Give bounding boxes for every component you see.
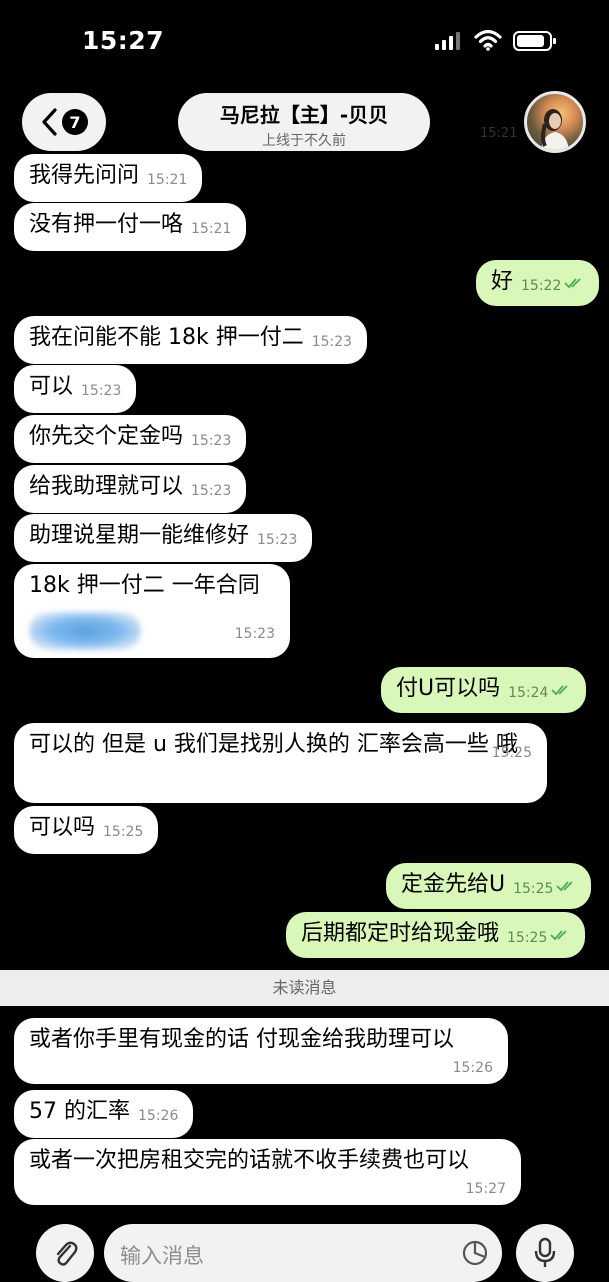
message-bubble-incoming[interactable]: 我得先问问 15:21: [14, 154, 203, 202]
avatar[interactable]: [524, 91, 586, 153]
chevron-left-icon: [42, 108, 57, 136]
unread-messages-divider: 未读消息: [0, 970, 609, 1006]
message-time: 15:23: [191, 433, 232, 449]
message-time: 15:25: [103, 824, 144, 840]
message-text: 我在问能不能 18k 押一付二: [29, 325, 304, 350]
contact-last-seen: 上线于不久前: [262, 133, 346, 149]
message-time: 15:21: [147, 172, 188, 188]
message-input[interactable]: 输入消息: [104, 1224, 502, 1282]
message-bubble-outgoing[interactable]: 后期都定时给现金哦 15:25: [286, 912, 586, 958]
message-bubble-incoming[interactable]: 或者一次把房租交完的话就不收手续费也可以 15:27: [14, 1139, 521, 1205]
message-text: 我得先问问: [29, 163, 140, 188]
message-bubble-incoming[interactable]: 可以 15:23: [14, 365, 137, 413]
double-check-icon: [556, 881, 574, 892]
message-bubble-incoming[interactable]: 没有押一付一咯 15:21: [14, 203, 247, 251]
message-text: 可以的 但是 u 我们是找别人换的 汇率会高一些 哦: [29, 732, 518, 757]
message-time: 15:26: [138, 1108, 179, 1124]
status-bar: 15:27: [0, 0, 609, 80]
message-bubble-incoming[interactable]: 57 的汇率 15:26: [14, 1090, 194, 1138]
message-bubble-incoming[interactable]: 给我助理就可以 15:23: [14, 465, 247, 513]
unread-count-badge: 7: [62, 109, 88, 135]
message-bubble-incoming[interactable]: 助理说星期一能维修好 15:23: [14, 514, 313, 562]
message-bubble-outgoing[interactable]: 好 15:22: [476, 260, 600, 306]
message-time: 15:23: [191, 483, 232, 499]
message-text: 可以吗: [29, 815, 96, 840]
message-text: 付U可以吗: [396, 676, 501, 701]
signal-icon: [435, 32, 460, 50]
message-text: 你先交个定金吗: [29, 424, 184, 449]
header-ghost-time: 15:21: [480, 126, 518, 141]
double-check-icon: [564, 278, 582, 289]
message-time: 15:23: [311, 334, 353, 350]
avatar-photo: [541, 109, 569, 150]
microphone-button[interactable]: [516, 1224, 574, 1282]
back-button[interactable]: 7: [22, 93, 106, 151]
message-time: 15:25: [513, 881, 554, 897]
message-bubble-outgoing[interactable]: 付U可以吗 15:24: [381, 667, 587, 713]
message-text: 或者一次把房租交完的话就不收手续费也可以: [29, 1148, 470, 1173]
message-time: 15:25: [507, 930, 548, 946]
double-check-icon: [551, 685, 569, 696]
contact-info[interactable]: 马尼拉【主】-贝贝 上线于不久前: [178, 93, 430, 151]
message-bubble-incoming[interactable]: 可以吗 15:25: [14, 806, 159, 854]
double-check-icon: [550, 930, 568, 941]
message-time: 15:26: [452, 1060, 493, 1076]
message-time: 15:23: [234, 626, 275, 642]
microphone-icon: [534, 1237, 556, 1267]
sticker-icon[interactable]: [462, 1240, 488, 1266]
message-bubble-incoming[interactable]: 或者你手里有现金的话 付现金给我助理可以 15:26: [14, 1018, 508, 1084]
message-text: 定金先给U: [401, 872, 506, 897]
message-time: 15:23: [257, 532, 298, 548]
message-time: 15:27: [465, 1181, 506, 1197]
message-text: 可以: [29, 374, 74, 399]
battery-icon: [513, 31, 556, 51]
message-text: 18k 押一付二 一年合同: [29, 573, 260, 598]
message-text: 好: [491, 269, 514, 294]
message-time: 15:23: [81, 383, 122, 399]
message-bubble-incoming[interactable]: 我在问能不能 18k 押一付二 15:23: [14, 316, 368, 364]
blurred-image: [29, 612, 141, 650]
message-time: 15:21: [191, 221, 232, 237]
message-bubble-outgoing[interactable]: 定金先给U 15:25: [386, 863, 592, 909]
message-text: 或者你手里有现金的话 付现金给我助理可以: [29, 1027, 454, 1052]
message-text: 给我助理就可以: [29, 474, 184, 499]
wifi-icon: [474, 29, 502, 51]
status-time: 15:27: [82, 26, 165, 55]
input-placeholder: 输入消息: [120, 1244, 204, 1268]
message-bubble-incoming[interactable]: 18k 押一付二 一年合同 15:23: [14, 564, 290, 658]
message-time: 15:22: [521, 278, 562, 294]
chat-header: 7 马尼拉【主】-贝贝 上线于不久前: [0, 88, 609, 158]
message-text: 助理说星期一能维修好: [29, 523, 250, 548]
message-text: 没有押一付一咯: [29, 212, 184, 237]
message-text: 后期都定时给现金哦: [301, 921, 500, 946]
paperclip-icon: [56, 1241, 78, 1266]
message-text: 57 的汇率: [29, 1099, 130, 1124]
message-time: 15:24: [508, 685, 549, 701]
composer: 输入消息: [0, 1214, 609, 1282]
attach-button[interactable]: [36, 1224, 94, 1282]
message-bubble-incoming[interactable]: 可以的 但是 u 我们是找别人换的 汇率会高一些 哦 15:25: [14, 723, 547, 803]
contact-name: 马尼拉【主】-贝贝: [219, 103, 389, 127]
message-bubble-incoming[interactable]: 你先交个定金吗 15:23: [14, 415, 247, 463]
